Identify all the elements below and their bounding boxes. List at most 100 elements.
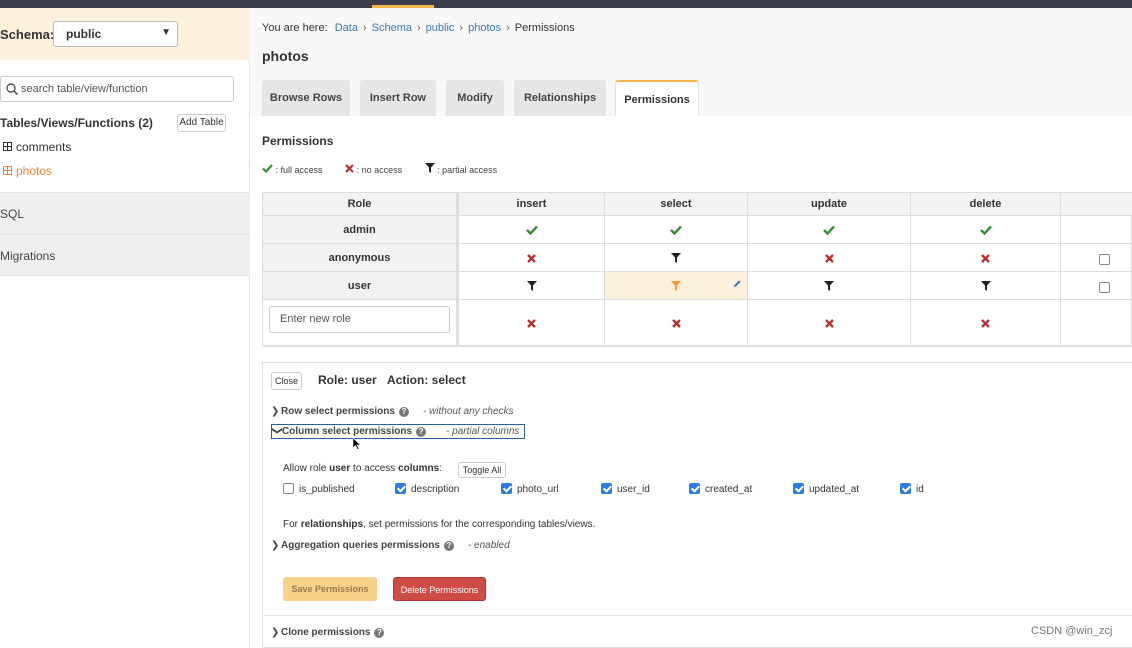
close-button[interactable]: Close: [271, 372, 302, 390]
permission-cell-user-update[interactable]: [748, 272, 911, 300]
help-icon[interactable]: ?: [443, 541, 454, 551]
allow-role-text: Allow role user to access columns:: [283, 463, 442, 474]
check-icon: [525, 225, 538, 236]
save-permissions-button[interactable]: Save Permissions: [283, 577, 377, 601]
column-checkbox[interactable]: [395, 483, 406, 494]
column-checkbox[interactable]: [501, 483, 512, 494]
column-checkbox[interactable]: [601, 483, 612, 494]
row-select-label: Row select permissions: [281, 406, 395, 417]
permission-cell-anonymous-select[interactable]: [605, 244, 748, 272]
check-icon: [823, 225, 835, 236]
permission-cell-user-insert[interactable]: [459, 272, 605, 300]
permission-cell-anonymous-update[interactable]: [748, 244, 911, 272]
tab-relationships[interactable]: Relationships: [514, 80, 606, 116]
breadcrumb-separator: ›: [362, 22, 367, 34]
filter-icon: [671, 281, 681, 292]
column-name: photo_url: [517, 484, 559, 495]
tab-modify[interactable]: Modify: [446, 80, 504, 116]
new-role-input[interactable]: Enter new role: [269, 306, 450, 333]
filter-icon: [424, 163, 435, 173]
bulk-select-checkbox[interactable]: [1099, 254, 1110, 265]
chevron-right-icon: ❯: [271, 540, 280, 551]
legend-full: : full access: [275, 165, 323, 175]
sidebar-nav-sql[interactable]: SQL: [0, 192, 250, 234]
column-option-description[interactable]: description: [395, 483, 459, 495]
rel-prefix: For: [283, 519, 301, 530]
column-option-created_at[interactable]: created_at: [689, 483, 752, 495]
table-icon: [3, 166, 12, 175]
column-name: created_at: [705, 484, 753, 495]
sidebar-table-comments[interactable]: comments: [3, 140, 71, 154]
breadcrumb-public[interactable]: public: [426, 22, 455, 34]
allow-suffix: :: [439, 463, 442, 474]
breadcrumb-photos[interactable]: photos: [468, 22, 501, 34]
permission-cell-admin-select[interactable]: [605, 216, 748, 244]
column-option-id[interactable]: id: [900, 483, 924, 495]
divider: [263, 615, 1132, 616]
column-checkbox[interactable]: [793, 483, 804, 494]
column-option-photo_url[interactable]: photo_url: [501, 483, 559, 495]
cross-icon: [981, 253, 990, 263]
breadcrumb-separator: ›: [506, 22, 510, 34]
permission-cell-admin-insert[interactable]: [459, 216, 605, 244]
bulk-select-cell: [1061, 216, 1132, 244]
column-name: id: [916, 484, 924, 495]
legend-partial: : partial access: [437, 165, 498, 175]
permission-cell-new-delete[interactable]: [911, 300, 1061, 347]
add-table-button[interactable]: Add Table: [177, 114, 226, 132]
top-bar: [0, 0, 1132, 8]
permission-cell-user-delete[interactable]: [911, 272, 1061, 300]
cross-icon: [527, 318, 536, 328]
watermark: CSDN @win_zcj: [1031, 625, 1113, 637]
search-input[interactable]: search table/view/function: [0, 76, 234, 102]
column-checkbox[interactable]: [283, 483, 294, 494]
permission-cell-user-select[interactable]: [605, 272, 748, 300]
permission-cell-anonymous-delete[interactable]: [911, 244, 1061, 272]
clone-permissions-toggle[interactable]: ❯ Clone permissions?: [271, 627, 385, 638]
column-option-is_published[interactable]: is_published: [283, 483, 355, 495]
edit-icon[interactable]: [733, 280, 741, 288]
breadcrumb-separator: ›: [459, 22, 464, 34]
column-option-user_id[interactable]: user_id: [601, 483, 650, 495]
permission-cell-new-update[interactable]: [748, 300, 911, 347]
role-cell-user: user: [263, 272, 459, 300]
delete-permissions-button[interactable]: Delete Permissions: [393, 577, 486, 601]
column-header-role: Role: [263, 193, 459, 216]
schema-select[interactable]: public ▼: [53, 21, 178, 47]
breadcrumb-schema[interactable]: Schema: [372, 22, 412, 34]
sidebar-nav-migrations[interactable]: Migrations: [0, 234, 250, 276]
permission-editor: Close Role: user Action: select ❯ Row sel…: [262, 362, 1132, 648]
permission-cell-anonymous-insert[interactable]: [459, 244, 605, 272]
column-checkbox[interactable]: [900, 483, 911, 494]
tab-permissions[interactable]: Permissions: [615, 80, 699, 116]
column-header-bulk: [1061, 193, 1132, 216]
help-icon[interactable]: ?: [416, 427, 427, 437]
tab-browse-rows[interactable]: Browse Rows: [262, 80, 350, 116]
aggregation-permissions-toggle[interactable]: ❯ Aggregation queries permissions? - enabl…: [271, 540, 510, 551]
tab-insert-row[interactable]: Insert Row: [360, 80, 436, 116]
permission-cell-admin-update[interactable]: [748, 216, 911, 244]
row-select-permissions-toggle[interactable]: ❯ Row select permissions? - without any ch…: [271, 406, 514, 417]
chevron-down-icon: ❯: [271, 426, 283, 435]
toggle-all-button[interactable]: Toggle All: [458, 462, 506, 478]
cross-icon: [824, 253, 834, 263]
column-checkbox[interactable]: [689, 483, 700, 494]
check-icon: [262, 164, 273, 174]
sidebar-table-photos[interactable]: photos: [3, 164, 52, 178]
column-select-label: Column select permissions: [282, 426, 413, 437]
cross-icon: [824, 318, 834, 328]
chevron-right-icon: ❯: [271, 627, 280, 638]
bulk-select-checkbox[interactable]: [1099, 282, 1110, 293]
permission-cell-new-select[interactable]: [605, 300, 748, 347]
help-icon[interactable]: ?: [398, 407, 409, 417]
permission-cell-admin-delete[interactable]: [911, 216, 1061, 244]
table-name: comments: [16, 140, 72, 154]
column-select-permissions-toggle[interactable]: ❯Column select permissions? - partial col…: [271, 424, 525, 439]
column-header-select: select: [605, 193, 748, 216]
column-option-updated_at[interactable]: updated_at: [793, 483, 859, 495]
help-icon[interactable]: ?: [374, 628, 385, 638]
editor-action: Action: select: [387, 373, 466, 387]
permission-cell-new-insert[interactable]: [459, 300, 605, 347]
breadcrumb-data[interactable]: Data: [335, 22, 358, 34]
tables-heading: Tables/Views/Functions (2): [0, 116, 153, 130]
